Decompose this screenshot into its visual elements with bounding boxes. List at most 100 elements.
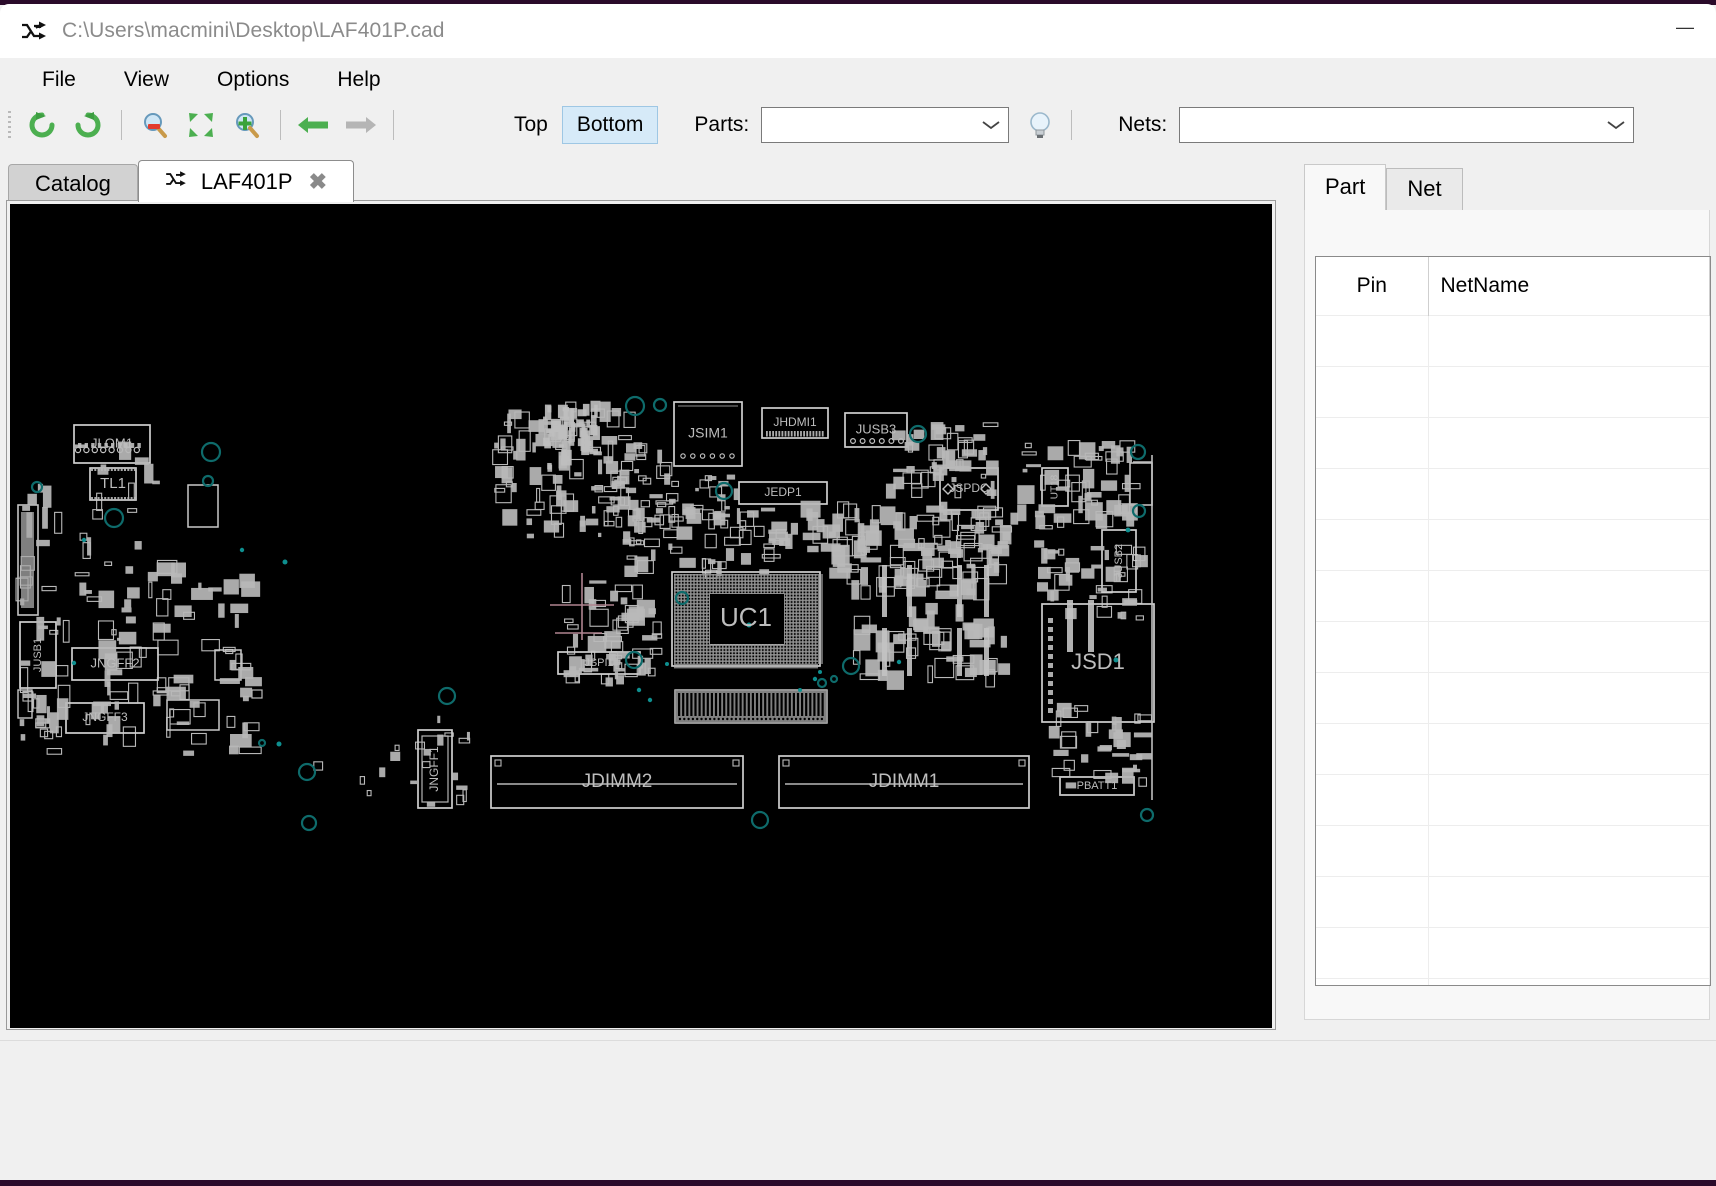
arrow-back-icon[interactable] (294, 107, 334, 143)
cell-netname[interactable] (1428, 570, 1710, 621)
table-row[interactable] (1316, 519, 1710, 570)
cell-pin[interactable] (1316, 570, 1428, 621)
cell-pin[interactable] (1316, 315, 1428, 366)
table-row[interactable] (1316, 825, 1710, 876)
document-tab-bar: Catalog LAF401P ✖ (8, 160, 354, 202)
cell-pin[interactable] (1316, 672, 1428, 723)
table-row[interactable] (1316, 366, 1710, 417)
cell-netname[interactable] (1428, 417, 1710, 468)
cell-pin[interactable] (1316, 825, 1428, 876)
properties-tab-body: Pin NetName (1304, 210, 1710, 1020)
zoom-fit-icon[interactable] (181, 107, 221, 143)
pin-netname-table[interactable]: Pin NetName (1315, 256, 1711, 986)
rotate-clockwise-icon[interactable] (68, 107, 108, 143)
table-row[interactable] (1316, 621, 1710, 672)
application-window: C:\Users\macmini\Desktop\LAF401P.cad — F… (0, 0, 1716, 1186)
cell-netname[interactable] (1428, 876, 1710, 927)
table-row[interactable] (1316, 876, 1710, 927)
board-viewer-pane[interactable]: JLOM1TL1JUSB1JNGFF2JNGFF3JNGFF1JSIM1JHDM… (6, 200, 1276, 1030)
cell-pin[interactable] (1316, 774, 1428, 825)
tab-catalog[interactable]: Catalog (8, 164, 138, 202)
close-icon[interactable]: ✖ (309, 169, 327, 195)
menu-help[interactable]: Help (319, 65, 398, 95)
toolbar-separator-2 (280, 110, 281, 140)
cell-netname[interactable] (1428, 468, 1710, 519)
toolbar-grip[interactable] (5, 109, 15, 141)
cell-netname[interactable] (1428, 519, 1710, 570)
svg-text:JLOM1: JLOM1 (91, 435, 133, 450)
svg-text:JSIM1: JSIM1 (688, 425, 728, 441)
cell-netname[interactable] (1428, 366, 1710, 417)
table-row[interactable] (1316, 417, 1710, 468)
cell-pin[interactable] (1316, 723, 1428, 774)
svg-text:JUSB2: JUSB2 (1113, 544, 1125, 578)
cell-pin[interactable] (1316, 468, 1428, 519)
menu-bar: File View Options Help (0, 58, 1716, 102)
cell-pin[interactable] (1316, 876, 1428, 927)
cell-netname[interactable] (1428, 825, 1710, 876)
side-top-button[interactable]: Top (500, 107, 562, 143)
pin-table-body (1316, 315, 1710, 986)
menu-view[interactable]: View (106, 65, 187, 95)
window-bottom-edge (0, 1180, 1716, 1186)
cell-netname[interactable] (1428, 927, 1710, 978)
svg-text:PBATT1: PBATT1 (1077, 780, 1118, 792)
parts-label: Parts: (694, 113, 749, 137)
cell-pin[interactable] (1316, 927, 1428, 978)
tab-net[interactable]: Net (1386, 168, 1462, 210)
tab-catalog-label: Catalog (35, 171, 111, 197)
cell-netname[interactable] (1428, 774, 1710, 825)
svg-text:UT18: UT18 (1050, 474, 1061, 499)
tab-laf401p[interactable]: LAF401P ✖ (138, 160, 354, 202)
toolbar-separator-1 (121, 110, 122, 140)
shuffle-icon (20, 17, 48, 45)
zoom-out-icon[interactable] (135, 107, 175, 143)
table-row[interactable] (1316, 570, 1710, 621)
svg-text:JHDMI1: JHDMI1 (773, 415, 817, 429)
chevron-down-icon[interactable] (974, 108, 1008, 142)
column-header-pin[interactable]: Pin (1316, 257, 1428, 315)
table-row[interactable] (1316, 978, 1710, 986)
arrow-forward-icon[interactable] (340, 107, 380, 143)
pin-table-head: Pin NetName (1316, 257, 1710, 315)
cell-pin[interactable] (1316, 621, 1428, 672)
menu-options[interactable]: Options (199, 65, 307, 95)
table-row[interactable] (1316, 672, 1710, 723)
svg-text:JNGFF1: JNGFF1 (427, 746, 441, 792)
cell-netname[interactable] (1428, 978, 1710, 986)
cell-pin[interactable] (1316, 366, 1428, 417)
svg-text:JSPI1: JSPI1 (584, 657, 613, 669)
svg-text:TL1: TL1 (100, 475, 126, 492)
title-bar: C:\Users\macmini\Desktop\LAF401P.cad — (0, 4, 1716, 58)
status-bar (0, 1040, 1716, 1180)
table-row[interactable] (1316, 723, 1710, 774)
toolbar: Top Bottom Parts: Nets: (0, 102, 1716, 148)
parts-combobox[interactable] (761, 107, 1009, 143)
cell-netname[interactable] (1428, 621, 1710, 672)
side-bottom-button[interactable]: Bottom (562, 106, 659, 144)
table-row[interactable] (1316, 774, 1710, 825)
svg-text:JUSB1: JUSB1 (32, 638, 44, 672)
zoom-in-icon[interactable] (227, 107, 267, 143)
tab-laf401p-label: LAF401P (201, 169, 293, 195)
column-header-netname[interactable]: NetName (1428, 257, 1710, 315)
table-row[interactable] (1316, 315, 1710, 366)
minimize-button[interactable]: — (1662, 12, 1708, 42)
cell-pin[interactable] (1316, 519, 1428, 570)
highlight-parts-button[interactable] (1019, 106, 1061, 144)
cell-pin[interactable] (1316, 978, 1428, 986)
table-row[interactable] (1316, 927, 1710, 978)
cell-netname[interactable] (1428, 315, 1710, 366)
tab-part[interactable]: Part (1304, 164, 1386, 210)
cell-netname[interactable] (1428, 672, 1710, 723)
pcb-canvas[interactable]: JLOM1TL1JUSB1JNGFF2JNGFF3JNGFF1JSIM1JHDM… (10, 204, 1272, 1028)
cell-pin[interactable] (1316, 417, 1428, 468)
menu-file[interactable]: File (24, 65, 94, 95)
tab-part-label: Part (1325, 174, 1365, 199)
rotate-counterclockwise-icon[interactable] (22, 107, 62, 143)
cell-netname[interactable] (1428, 723, 1710, 774)
toolbar-separator-3 (393, 110, 394, 140)
table-row[interactable] (1316, 468, 1710, 519)
chevron-down-icon[interactable] (1599, 108, 1633, 142)
nets-combobox[interactable] (1179, 107, 1634, 143)
